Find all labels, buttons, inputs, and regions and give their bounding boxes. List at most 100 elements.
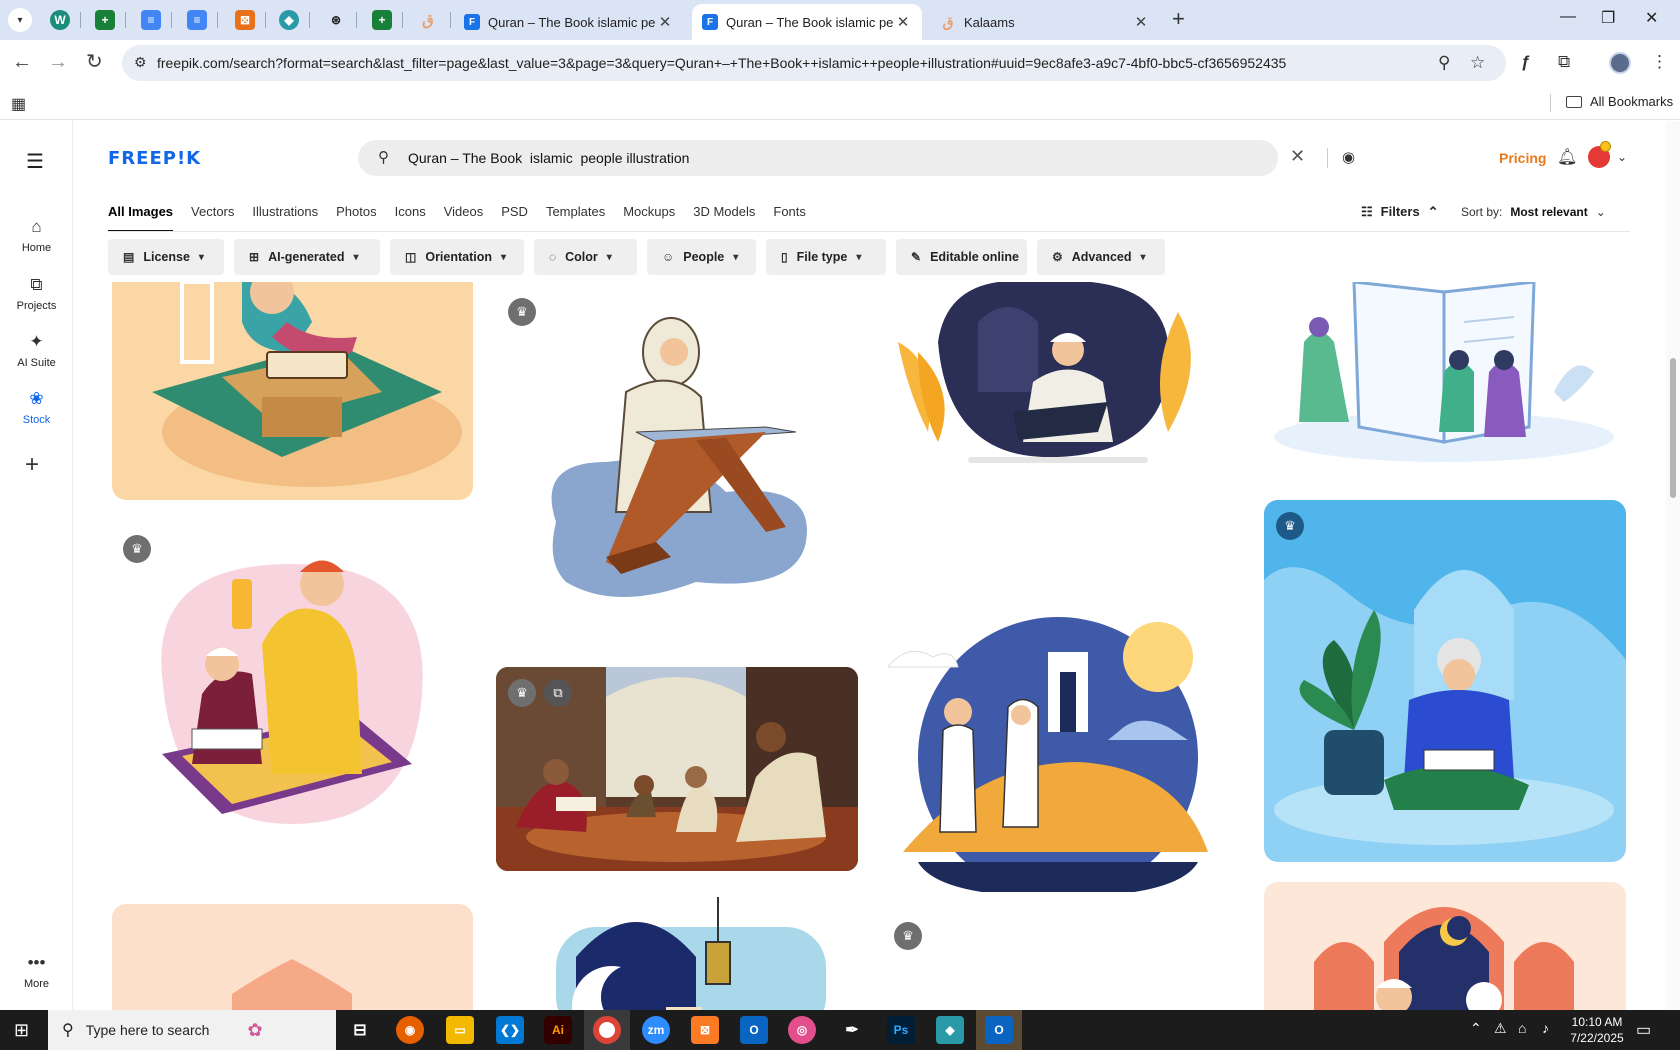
filter-license[interactable]: ▤ License ▾ [108, 239, 224, 275]
illustrator-icon[interactable]: Ai [544, 1016, 572, 1044]
chrome-menu-icon[interactable]: ⋮ [1651, 52, 1668, 72]
result-card[interactable]: ♛ [496, 282, 858, 612]
tab-templates[interactable]: Templates [546, 202, 605, 232]
pinned-tab-app-icon[interactable]: ◆ [279, 10, 299, 30]
tab-close-icon[interactable]: ✕ [894, 13, 912, 31]
pen-tool-icon[interactable]: ✒ [838, 1016, 866, 1044]
filter-editable-online[interactable]: ✎ Editable online [896, 239, 1027, 275]
tab-mockups[interactable]: Mockups [623, 202, 675, 232]
result-card[interactable]: ♛ [878, 922, 1240, 1010]
tab-photos[interactable]: Photos [336, 202, 376, 232]
tray-network-warning-icon[interactable]: ⚠ [1494, 1020, 1507, 1037]
outlook-icon[interactable]: O [985, 1016, 1013, 1044]
tab-search-button[interactable]: ▾ [8, 8, 32, 32]
pinned-tab-sheets-icon[interactable]: + [372, 10, 392, 30]
filter-advanced[interactable]: ⚙ Advanced ▾ [1037, 239, 1165, 275]
zoom-icon[interactable]: ⚲ [1438, 53, 1450, 73]
freepik-logo[interactable]: FREEP!K [108, 148, 201, 169]
tab-fonts[interactable]: Fonts [773, 202, 806, 232]
result-card[interactable] [112, 282, 473, 500]
pinned-tab-docs-icon[interactable]: ≡ [141, 10, 161, 30]
address-bar[interactable]: ⚙ freepik.com/search?format=search&last_… [122, 45, 1506, 81]
pinned-tab-docs-icon[interactable]: ≡ [187, 10, 207, 30]
search-bar[interactable]: ⚲ Quran – The Book islamic people illust… [358, 140, 1278, 176]
app-diamond-icon[interactable]: ◆ [936, 1016, 964, 1044]
tab-illustrations[interactable]: Illustrations [252, 202, 318, 232]
all-bookmarks-button[interactable]: All Bookmarks [1566, 94, 1673, 109]
file-explorer-icon[interactable]: ▭ [446, 1016, 474, 1044]
vscode-icon[interactable]: ❮❯ [496, 1016, 524, 1044]
pinned-tab-wordpress-icon[interactable]: W [50, 10, 70, 30]
tab-all-images[interactable]: All Images [108, 202, 174, 232]
rail-item-stock[interactable]: ❀ Stock [0, 389, 73, 426]
site-info-icon[interactable]: ⚙ [134, 54, 147, 71]
apps-grid-icon[interactable]: ▦ [11, 94, 26, 114]
filter-color[interactable]: ◌ Color ▾ [534, 239, 637, 275]
browser-tab-active[interactable]: F Quran – The Book islamic peop ✕ [692, 4, 922, 40]
taskbar-search-box[interactable]: ⚲ Type here to search ✿ [48, 1010, 336, 1050]
filter-people[interactable]: ☺ People ▾ [647, 239, 756, 275]
camera-search-icon[interactable]: ◉ [1342, 148, 1355, 166]
scrollbar-thumb[interactable] [1670, 358, 1676, 498]
close-window-icon[interactable]: ✕ [1645, 8, 1658, 28]
forward-arrow-icon[interactable]: → [48, 51, 68, 73]
tray-network-icon[interactable]: ⌂ [1518, 1020, 1526, 1036]
extensions-puzzle-icon[interactable]: ⧉ [1558, 52, 1570, 72]
notifications-icon[interactable]: ▭ [1636, 1020, 1651, 1040]
chevron-down-icon[interactable]: ⌄ [1617, 150, 1627, 164]
tab-3d-models[interactable]: 3D Models [693, 202, 755, 232]
tray-volume-icon[interactable]: ♪ [1542, 1020, 1549, 1036]
clear-search-icon[interactable]: ✕ [1290, 146, 1305, 167]
tray-chevron-up-icon[interactable]: ⌃ [1470, 1020, 1482, 1037]
sort-dropdown[interactable]: Sort by: Most relevant ⌄ [1461, 205, 1606, 219]
tab-icons[interactable]: Icons [395, 202, 426, 232]
photoshop-icon[interactable]: Ps [887, 1016, 915, 1044]
profile-avatar[interactable] [1609, 52, 1631, 74]
tab-close-icon[interactable]: ✕ [656, 13, 674, 31]
bookmark-star-icon[interactable]: ☆ [1470, 53, 1485, 73]
page-scrollbar[interactable] [1666, 121, 1680, 1011]
tab-close-icon[interactable]: ✕ [1132, 13, 1150, 31]
tab-videos[interactable]: Videos [444, 202, 484, 232]
result-card[interactable] [878, 282, 1240, 472]
taskbar-clock[interactable]: 10:10 AM 7/22/2025 [1560, 1014, 1634, 1046]
pinned-tab-kalaams-icon[interactable]: ق [418, 10, 438, 30]
pinned-tab-sheets-icon[interactable]: + [95, 10, 115, 30]
result-card[interactable] [1264, 282, 1626, 464]
result-card[interactable] [878, 612, 1240, 892]
result-card[interactable] [1264, 882, 1626, 1010]
search-input[interactable]: Quran – The Book islamic people illustra… [408, 150, 689, 166]
pinned-tab-chatgpt-icon[interactable]: ⊛ [326, 10, 346, 30]
result-card[interactable] [112, 904, 473, 1010]
extension-f-icon[interactable]: ƒ [1521, 52, 1530, 72]
tab-vectors[interactable]: Vectors [191, 202, 234, 232]
creative-cloud-icon[interactable]: ◎ [788, 1016, 816, 1044]
windows-start-icon[interactable]: ⊞ [14, 1020, 29, 1041]
rail-item-home[interactable]: ⌂ Home [0, 217, 73, 254]
filter-ai-generated[interactable]: ⊞ AI-generated ▾ [234, 239, 380, 275]
result-card[interactable]: ♛ ⧉ [496, 667, 858, 871]
rail-item-projects[interactable]: ⧉ Projects [0, 275, 73, 312]
back-arrow-icon[interactable]: ← [12, 51, 32, 73]
pricing-link[interactable]: Pricing [1499, 150, 1546, 166]
filters-toggle-button[interactable]: ☷ Filters ⌃ [1361, 204, 1439, 220]
browser-tab[interactable]: F Quran – The Book islamic peop ✕ [454, 4, 684, 40]
minimize-icon[interactable]: — [1560, 8, 1576, 26]
result-card[interactable]: ♛ [1264, 500, 1626, 862]
pinned-tab-xampp-icon[interactable]: ⊠ [235, 10, 255, 30]
filter-file-type[interactable]: ▯ File type ▾ [766, 239, 886, 275]
notifications-bell-icon[interactable]: 🔔︎ [1557, 147, 1577, 167]
filter-orientation[interactable]: ◫ Orientation ▾ [390, 239, 524, 275]
rail-item-ai-suite[interactable]: ✦ AI Suite [0, 332, 73, 369]
url-text[interactable]: freepik.com/search?format=search&last_fi… [157, 55, 1286, 71]
tab-psd[interactable]: PSD [501, 202, 528, 232]
rail-item-more[interactable]: ••• More [0, 953, 73, 990]
result-card[interactable]: ♛ [112, 524, 473, 872]
restore-icon[interactable]: ❐ [1601, 8, 1615, 28]
task-view-icon[interactable]: ⊟ [346, 1016, 374, 1044]
browser-tab[interactable]: ق Kalaams ✕ [930, 4, 1160, 40]
add-icon[interactable]: + [25, 451, 39, 479]
reload-icon[interactable]: ↻ [86, 51, 103, 73]
xampp-icon[interactable]: ⊠ [691, 1016, 719, 1044]
new-tab-button[interactable]: + [1172, 8, 1185, 30]
